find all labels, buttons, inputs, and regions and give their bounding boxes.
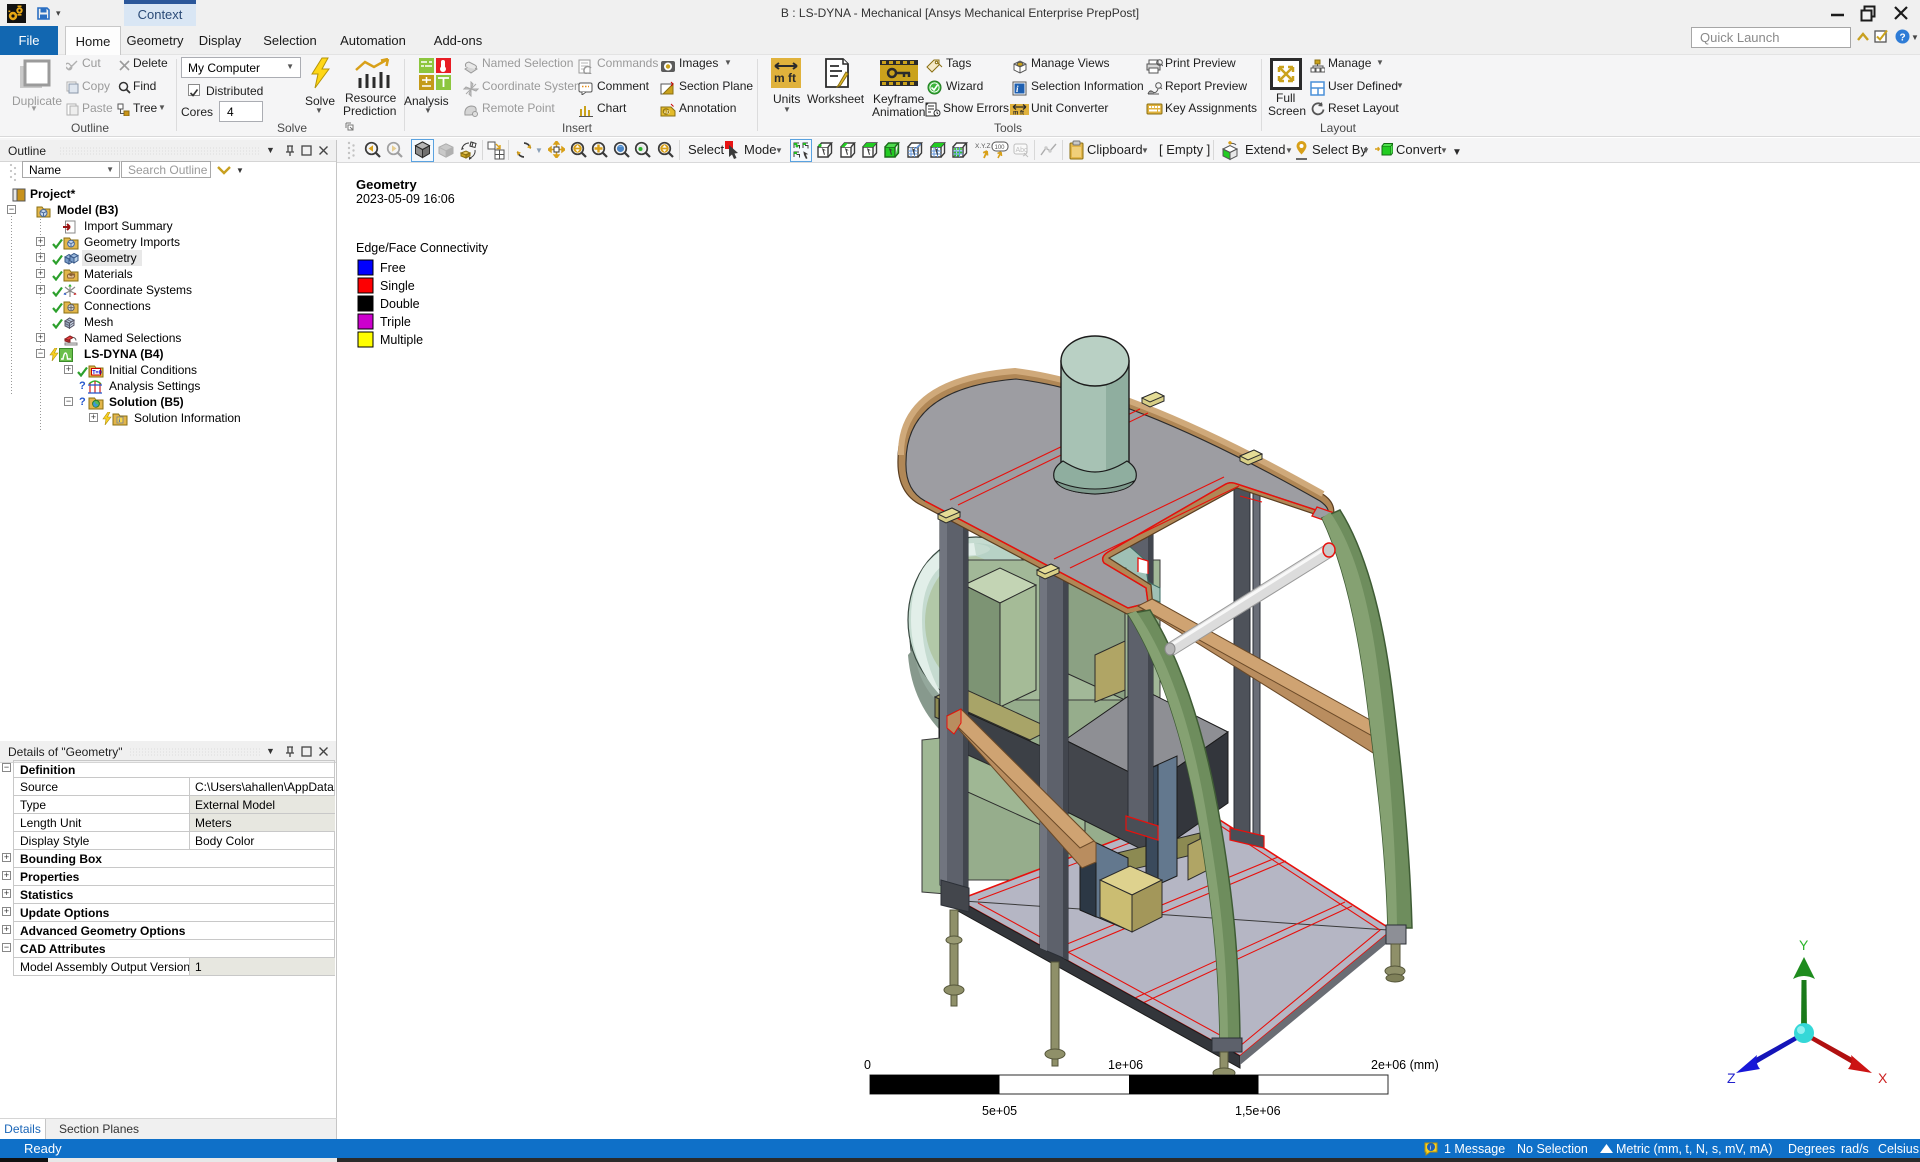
- svg-text:m ft: m ft: [774, 71, 796, 85]
- svg-text:0: 0: [864, 1058, 871, 1072]
- svg-text:Y: Y: [1799, 937, 1809, 953]
- svg-text:Free: Free: [380, 261, 406, 275]
- svg-text:1e+06: 1e+06: [1108, 1058, 1143, 1072]
- svg-text:X.Y.Z: X.Y.Z: [975, 143, 990, 150]
- svg-text:Edge/Face Connectivity: Edge/Face Connectivity: [356, 241, 489, 255]
- svg-text:Multiple: Multiple: [380, 333, 423, 347]
- svg-text:Double: Double: [380, 297, 420, 311]
- svg-text:Single: Single: [380, 279, 415, 293]
- svg-text:100: 100: [995, 145, 1006, 151]
- svg-text:m ft: m ft: [1013, 111, 1024, 117]
- svg-text:?: ?: [1900, 33, 1906, 44]
- svg-text:T=0: T=0: [92, 370, 102, 376]
- svg-text:Geometry: Geometry: [356, 177, 417, 192]
- svg-text:i: i: [1430, 1145, 1432, 1152]
- svg-text:1,5e+06: 1,5e+06: [1235, 1104, 1281, 1118]
- svg-text:AD: AD: [664, 109, 671, 114]
- svg-text:2023-05-09 16:06: 2023-05-09 16:06: [356, 192, 455, 206]
- svg-text:5e+05: 5e+05: [982, 1104, 1017, 1118]
- svg-text:X: X: [1878, 1070, 1888, 1086]
- svg-text:Triple: Triple: [380, 315, 411, 329]
- svg-text:Z: Z: [1727, 1070, 1736, 1086]
- svg-text:2e+06 (mm): 2e+06 (mm): [1371, 1058, 1439, 1072]
